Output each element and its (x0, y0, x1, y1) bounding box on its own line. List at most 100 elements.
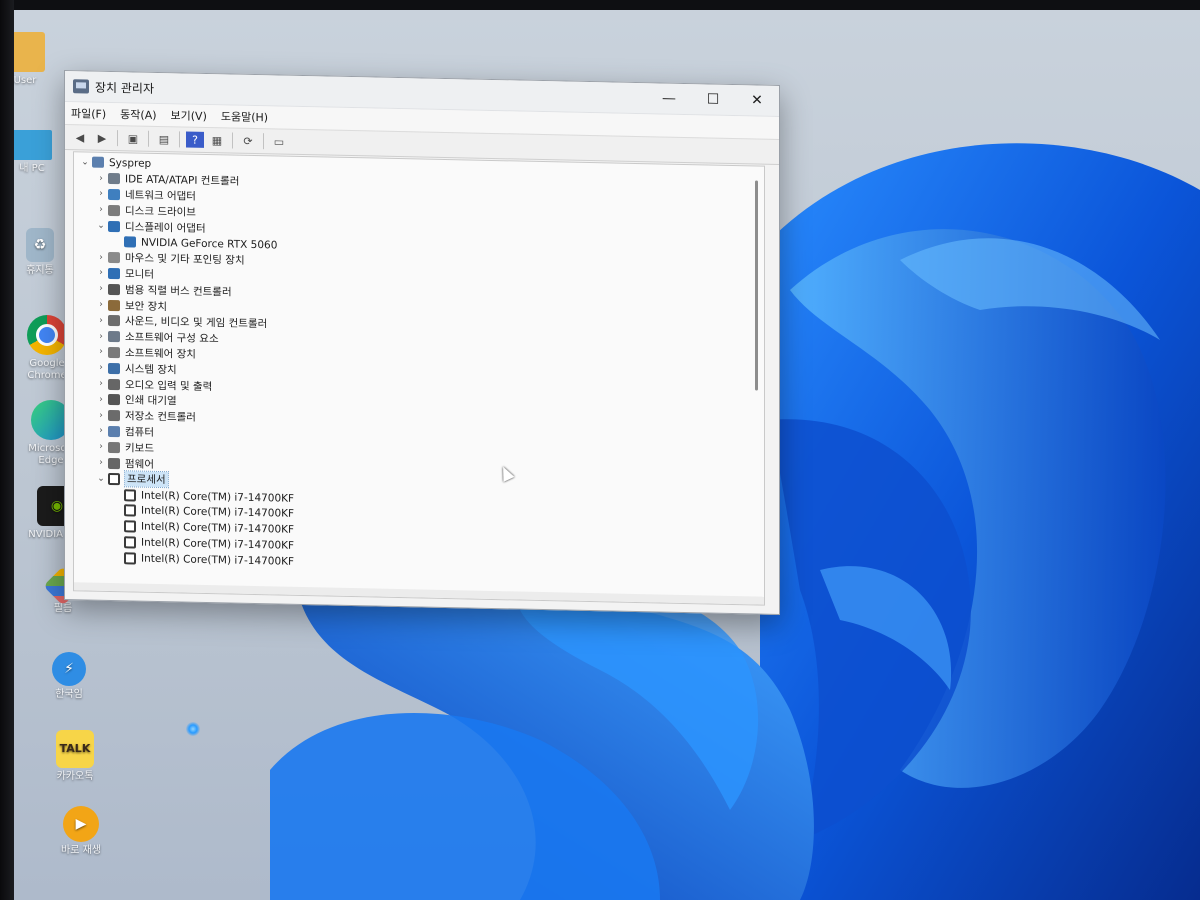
expand-arrow-icon[interactable]: › (94, 458, 108, 468)
forward-icon[interactable]: ▶ (93, 130, 111, 146)
tree-item-label: 인쇄 대기열 (125, 394, 177, 408)
tree-item-label: 저장소 컨트롤러 (125, 410, 196, 424)
tree-item-label: 프로세서 (124, 470, 169, 489)
properties-icon[interactable]: ▣ (124, 130, 142, 146)
expand-arrow-icon[interactable]: › (94, 205, 108, 215)
tree-item-label: 모니터 (125, 268, 154, 281)
maximize-button[interactable]: ☐ (691, 84, 735, 115)
toolbar-divider (117, 130, 118, 147)
sound-icon (108, 315, 120, 327)
processor-icon (108, 472, 120, 486)
firmware-icon (108, 457, 120, 469)
tree-item-label: NVIDIA GeForce RTX 5060 (141, 236, 278, 252)
expand-arrow-icon[interactable]: › (94, 173, 108, 183)
tree-item-label: 시스템 장치 (125, 363, 177, 377)
toolbar-divider (263, 133, 264, 150)
usb-icon (108, 283, 120, 295)
toolbar-divider (148, 130, 149, 147)
processor-icon (124, 520, 136, 533)
desktop: User 내 PC ♻ 휴지통 Google Chrome Microsoft … (0, 10, 1200, 900)
software-device-icon (108, 346, 120, 359)
security-icon (108, 299, 120, 311)
ide-icon (108, 173, 120, 185)
menu-help[interactable]: 도움말(H) (221, 108, 268, 125)
light-glare (186, 722, 200, 736)
collapse-arrow-icon[interactable]: ⌄ (78, 157, 92, 167)
expand-arrow-icon[interactable]: › (94, 284, 108, 294)
expand-arrow-icon[interactable]: › (94, 252, 108, 262)
update-driver-icon[interactable]: ▤ (155, 131, 173, 147)
tree-item-label: 범용 직렬 버스 컨트롤러 (125, 284, 232, 299)
menu-file[interactable]: 파일(F) (71, 105, 106, 122)
bolt-app-icon: ⚡ (52, 652, 86, 686)
display-icon (124, 236, 136, 248)
expand-arrow-icon[interactable]: › (94, 268, 108, 278)
desktop-icon-player[interactable]: ▶ 바로 재생 (46, 806, 116, 857)
processor-icon (124, 536, 136, 549)
tree-item-label: 디스크 드라이브 (125, 205, 196, 219)
software-component-icon (108, 331, 120, 343)
expand-arrow-icon[interactable]: › (94, 347, 108, 357)
tree-item-label: Intel(R) Core(TM) i7-14700KF (141, 552, 295, 568)
tree-item-label: 보안 장치 (125, 299, 167, 313)
toolbar-divider (179, 131, 180, 148)
desktop-icon-bolt[interactable]: ⚡ 한국임 (34, 652, 104, 701)
processor-icon (124, 552, 136, 565)
close-button[interactable]: ✕ (735, 85, 779, 116)
display-icon (108, 220, 120, 232)
system-icon (108, 362, 120, 374)
kakaotalk-icon: TALK (56, 730, 94, 768)
expand-arrow-icon[interactable]: › (94, 300, 108, 310)
vertical-scrollbar[interactable] (755, 180, 758, 391)
expand-arrow-icon[interactable]: › (94, 426, 108, 436)
monitor-icon (108, 267, 120, 280)
tree-item-label: Intel(R) Core(TM) i7-14700KF (141, 536, 295, 552)
expand-arrow-icon[interactable]: › (94, 442, 108, 452)
tree-item-label: 소프트웨어 장치 (125, 347, 196, 361)
device-manager-window[interactable]: 장치 관리자 — ☐ ✕ 파일(F) 동작(A) 보기(V) 도움말(H) ◀ … (64, 70, 780, 615)
view-icon[interactable]: ▦ (208, 132, 226, 148)
this-pc-icon (12, 130, 52, 160)
chrome-icon (27, 315, 67, 355)
monitor-icon[interactable]: ▭ (270, 133, 288, 149)
expand-arrow-icon[interactable]: › (94, 394, 108, 405)
tree-item-label: Intel(R) Core(TM) i7-14700KF (141, 505, 295, 521)
tree-item-label: 키보드 (125, 442, 154, 455)
scan-icon[interactable]: ⟳ (239, 133, 257, 149)
expand-arrow-icon[interactable]: › (94, 315, 108, 326)
tree-item-label: 소프트웨어 구성 요소 (125, 331, 219, 346)
expand-arrow-icon[interactable]: › (94, 363, 108, 373)
collapse-arrow-icon[interactable]: ⌄ (94, 473, 108, 484)
device-manager-icon (73, 79, 89, 94)
tree-item-label: Sysprep (109, 156, 152, 170)
horizontal-scrollbar[interactable] (74, 582, 764, 605)
player-icon: ▶ (63, 806, 99, 842)
tree-item-label: Intel(R) Core(TM) i7-14700KF (141, 520, 295, 537)
help-icon[interactable]: ? (186, 131, 204, 148)
desktop-icon-kakaotalk[interactable]: TALK 카카오톡 (40, 730, 110, 783)
menu-view[interactable]: 보기(V) (171, 107, 207, 124)
recycle-bin-icon: ♻ (26, 228, 54, 262)
tree-item-label: IDE ATA/ATAPI 컨트롤러 (125, 173, 240, 188)
tree-item-label: 디스플레이 어댑터 (125, 220, 206, 235)
disk-icon (108, 204, 120, 216)
device-tree-list: ⌄ Sysprep › IDE ATA/ATAPI 컨트롤러 › 네트워크 어댑터 › 디스크… (78, 154, 738, 579)
computer-icon (108, 425, 120, 438)
collapse-arrow-icon[interactable]: ⌄ (94, 221, 108, 231)
expand-arrow-icon[interactable]: › (94, 410, 108, 420)
processor-icon (124, 504, 136, 517)
audio-icon (108, 378, 120, 390)
expand-arrow-icon[interactable]: › (94, 331, 108, 341)
tree-item-label: Intel(R) Core(TM) i7-14700KF (141, 489, 295, 505)
menu-action[interactable]: 동작(A) (120, 106, 156, 123)
minimize-button[interactable]: — (647, 83, 691, 114)
storage-icon (108, 410, 120, 422)
tree-item-label: 컴퓨터 (125, 426, 154, 439)
tree-item-label: 마우스 및 기타 포인팅 장치 (125, 252, 245, 267)
back-icon[interactable]: ◀ (71, 129, 89, 145)
toolbar-divider (232, 132, 233, 149)
expand-arrow-icon[interactable]: › (94, 189, 108, 199)
tree-item-label: 네트워크 어댑터 (125, 189, 196, 203)
expand-arrow-icon[interactable]: › (94, 379, 108, 389)
device-tree[interactable]: ⌄ Sysprep › IDE ATA/ATAPI 컨트롤러 › 네트워크 어댑터 › 디스크… (73, 151, 765, 606)
